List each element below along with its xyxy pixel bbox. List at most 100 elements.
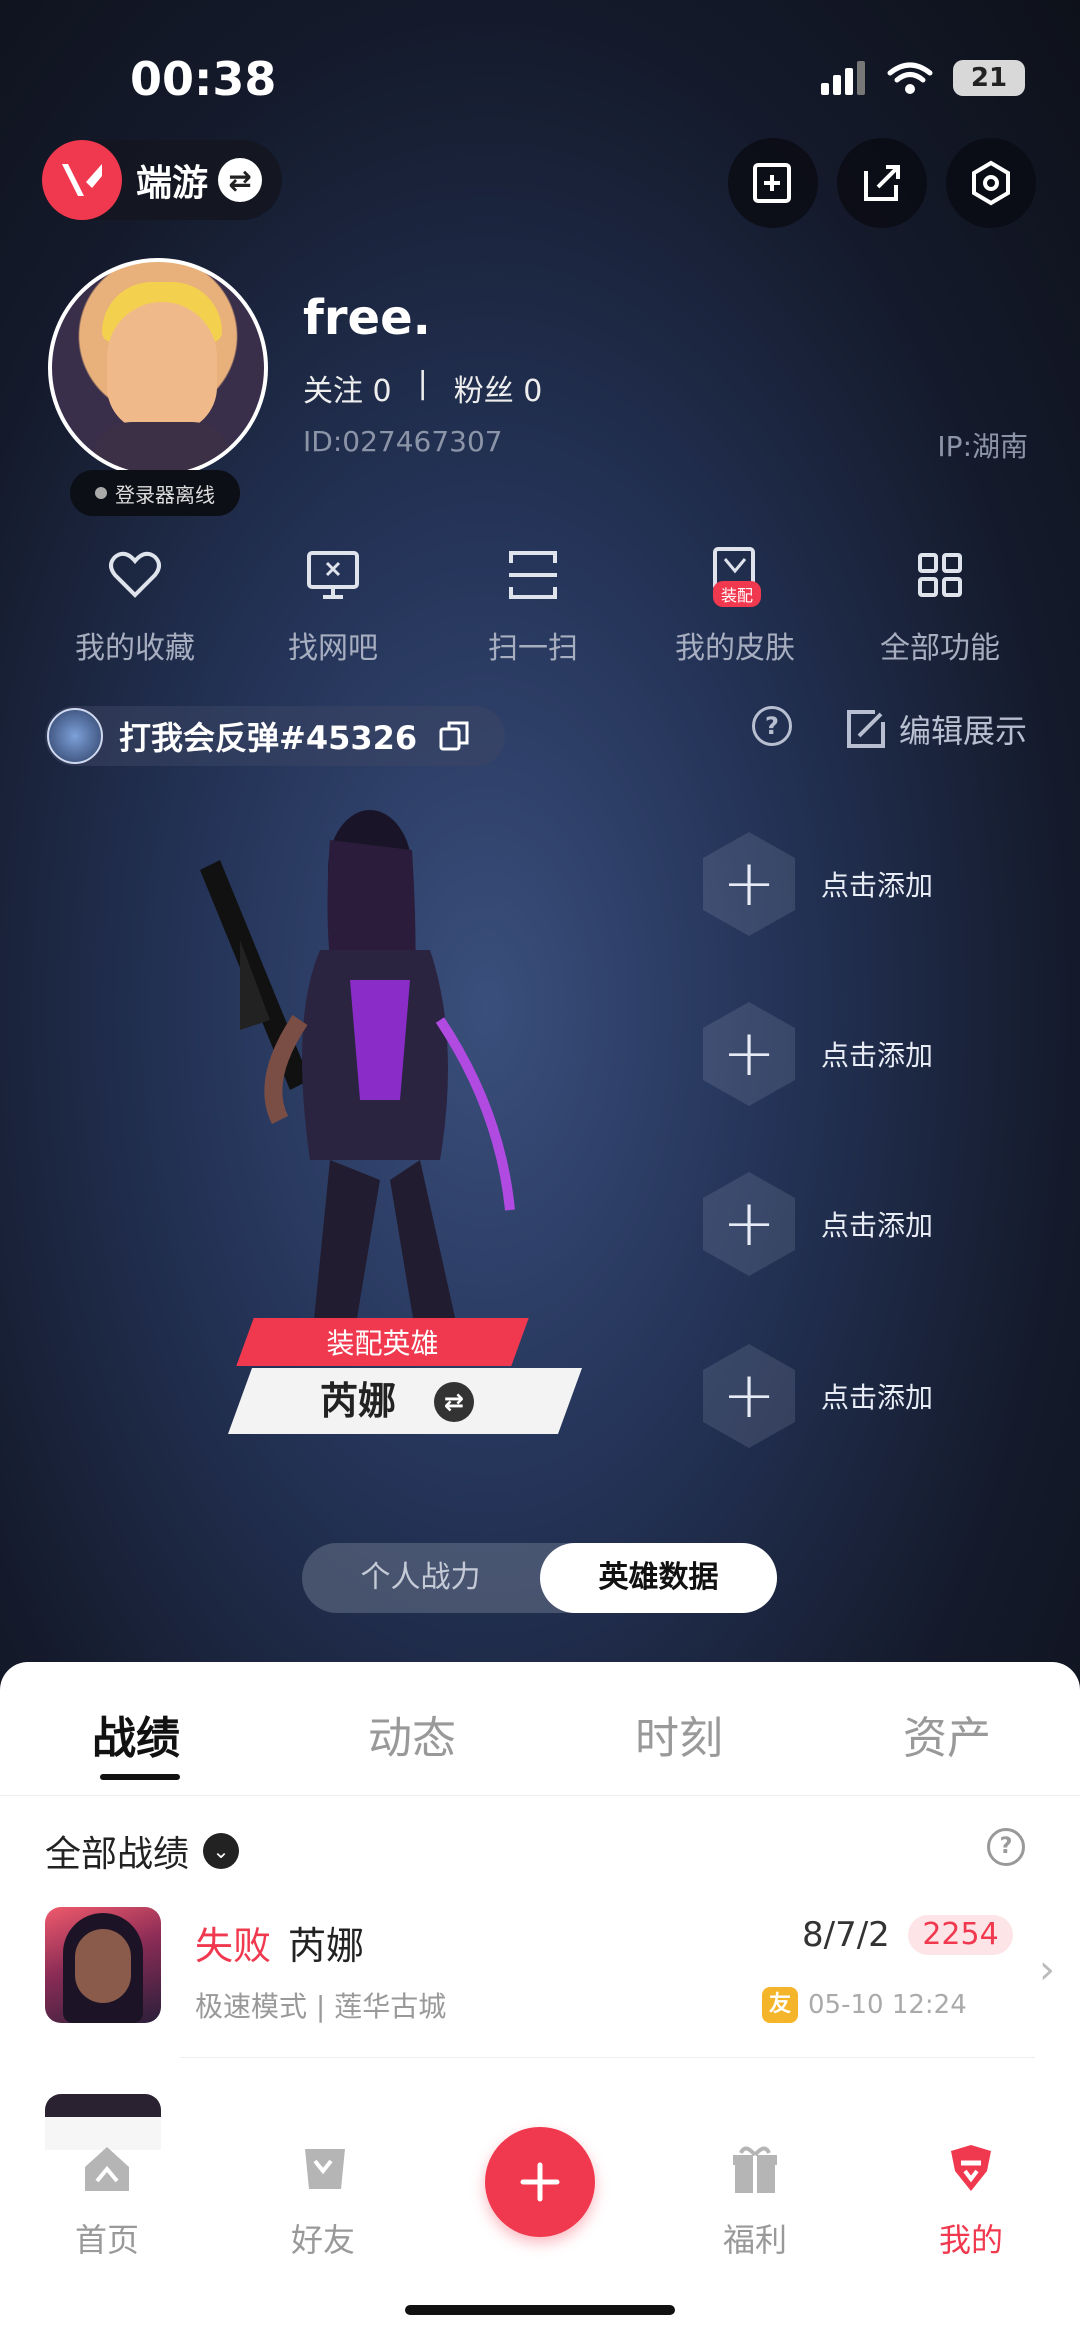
followers-count[interactable]: 粉丝 0 <box>454 366 543 410</box>
swap-icon: ⇄ <box>218 158 263 202</box>
gift-icon <box>733 2146 777 2193</box>
plus-icon: + <box>703 1344 795 1448</box>
agent-thumbnail <box>45 1907 161 2023</box>
edit-icon <box>847 710 885 748</box>
skin-badge: 装配 <box>713 581 762 607</box>
scan-icon <box>503 545 563 605</box>
status-time: 00:38 <box>130 52 277 106</box>
monitor-icon <box>303 545 363 605</box>
tab-records[interactable]: 战绩 <box>92 1702 180 1766</box>
heart-icon <box>105 545 165 605</box>
records-help-icon[interactable]: ? <box>987 1828 1025 1866</box>
status-icons: 21 <box>819 60 1025 96</box>
stats-toggle: 个人战力 英雄数据 <box>302 1543 777 1613</box>
create-post-button[interactable] <box>485 2127 595 2237</box>
match-time: 05-10 12:24 <box>808 1990 967 2020</box>
ip-location: IP:湖南 <box>937 430 1028 463</box>
match-score: 2254 <box>908 1915 1013 1955</box>
friends-icon <box>305 2149 345 2189</box>
nav-home[interactable]: 首页 <box>32 2141 182 2261</box>
match-kda: 8/7/2 <box>802 1915 890 1955</box>
valorant-logo-icon <box>42 140 122 220</box>
skin-icon: 装配 <box>705 545 765 607</box>
menu-my-skins[interactable]: 装配 我的皮肤 <box>635 545 835 667</box>
chevron-right-icon: › <box>1039 1947 1055 1993</box>
post-image-button[interactable] <box>728 138 818 228</box>
nav-label: 首页 <box>74 2221 139 2259</box>
status-bar: 00:38 21 <box>0 40 1080 120</box>
menu-all-features[interactable]: 全部功能 <box>840 545 1040 667</box>
grid-icon <box>910 545 970 605</box>
menu-favorites[interactable]: 我的收藏 <box>35 545 235 667</box>
nav-profile[interactable]: 我的 <box>896 2141 1046 2261</box>
toggle-personal-power[interactable]: 个人战力 <box>302 1543 539 1613</box>
gear-icon <box>972 160 1010 206</box>
plus-icon: + <box>703 1002 795 1106</box>
active-tab-indicator <box>100 1774 180 1780</box>
add-slot-4[interactable]: + 点击添加 <box>703 1344 1003 1448</box>
tab-feed[interactable]: 动态 <box>368 1702 456 1766</box>
tab-assets[interactable]: 资产 <box>903 1702 991 1766</box>
help-icon[interactable]: ? <box>752 706 792 746</box>
nav-label: 我的 <box>938 2221 1003 2259</box>
nav-benefits[interactable]: 福利 <box>680 2141 830 2261</box>
toggle-hero-data[interactable]: 英雄数据 <box>540 1543 777 1613</box>
share-icon <box>864 165 900 201</box>
add-slot-2[interactable]: + 点击添加 <box>703 1002 1003 1106</box>
match-record[interactable]: 失败 芮娜 极速模式 | 莲华古城 8/7/2 2254 友 05-10 12:… <box>0 1907 1080 2077</box>
share-button[interactable] <box>837 138 927 228</box>
avatar[interactable] <box>48 258 268 478</box>
add-slot-label: 点击添加 <box>821 869 934 902</box>
swap-agent-icon[interactable]: ⇄ <box>434 1382 474 1422</box>
signal-icon <box>821 61 865 95</box>
follow-stats: 关注 0 | 粉丝 0 <box>303 366 542 410</box>
records-filter[interactable]: 全部战绩 ⌄ <box>45 1825 240 1877</box>
app-switcher[interactable]: 端游 ⇄ <box>42 140 282 220</box>
records-filter-label: 全部战绩 <box>45 1834 190 1875</box>
match-mode: 极速模式 | 莲华古城 <box>195 1990 447 2023</box>
avatar-face <box>107 302 217 432</box>
riot-id: 打我会反弹#45326 <box>119 719 418 757</box>
riot-avatar <box>47 708 103 764</box>
settings-button[interactable] <box>946 138 1036 228</box>
add-slot-label: 点击添加 <box>821 1039 934 1072</box>
following-count[interactable]: 关注 0 <box>303 366 392 410</box>
menu-label: 找网吧 <box>288 631 378 666</box>
menu-label: 扫一扫 <box>488 631 578 666</box>
match-result: 失败 <box>195 1924 272 1968</box>
user-id: ID:027467307 <box>303 425 503 458</box>
menu-find-cafe[interactable]: 找网吧 <box>233 545 433 667</box>
username: free. <box>303 290 431 346</box>
thumbnail-face <box>75 1929 131 2003</box>
agent-name-box[interactable] <box>227 1368 583 1434</box>
match-agent: 芮娜 <box>288 1924 365 1968</box>
match-meta: 友 05-10 12:24 <box>762 1987 967 2023</box>
launcher-status-text: 登录器离线 <box>115 482 215 507</box>
home-indicator <box>405 2305 675 2315</box>
menu-scan[interactable]: 扫一扫 <box>433 545 633 667</box>
equip-hero-label: 装配英雄 <box>326 1327 439 1360</box>
edit-display-button[interactable]: 编辑展示 <box>845 706 1027 752</box>
menu-label: 我的皮肤 <box>675 631 795 666</box>
stats-separator: | <box>417 366 428 401</box>
agent-illustration <box>200 810 515 1360</box>
nav-friends[interactable]: 好友 <box>248 2141 398 2261</box>
add-slot-label: 点击添加 <box>821 1209 934 1242</box>
tab-moments[interactable]: 时刻 <box>635 1702 723 1766</box>
menu-label: 全部功能 <box>880 631 1000 666</box>
copy-icon[interactable] <box>437 719 471 753</box>
battery-indicator: 21 <box>953 60 1025 96</box>
edit-display-label: 编辑展示 <box>899 712 1028 750</box>
agent-name: 芮娜 <box>320 1379 397 1423</box>
menu-label: 我的收藏 <box>75 631 195 666</box>
home-icon <box>85 2147 129 2191</box>
riot-id-tag[interactable]: 打我会反弹#45326 <box>45 706 505 766</box>
add-slot-1[interactable]: + 点击添加 <box>703 832 1003 936</box>
profile-icon <box>951 2145 991 2191</box>
friend-badge: 友 <box>762 1987 798 2023</box>
image-plus-icon <box>753 163 791 203</box>
plus-icon: + <box>703 1172 795 1276</box>
add-slot-3[interactable]: + 点击添加 <box>703 1172 1003 1276</box>
content-tabs: 战绩 动态 时刻 资产 <box>0 1662 1080 1796</box>
launcher-status-badge: 登录器离线 <box>70 470 240 516</box>
